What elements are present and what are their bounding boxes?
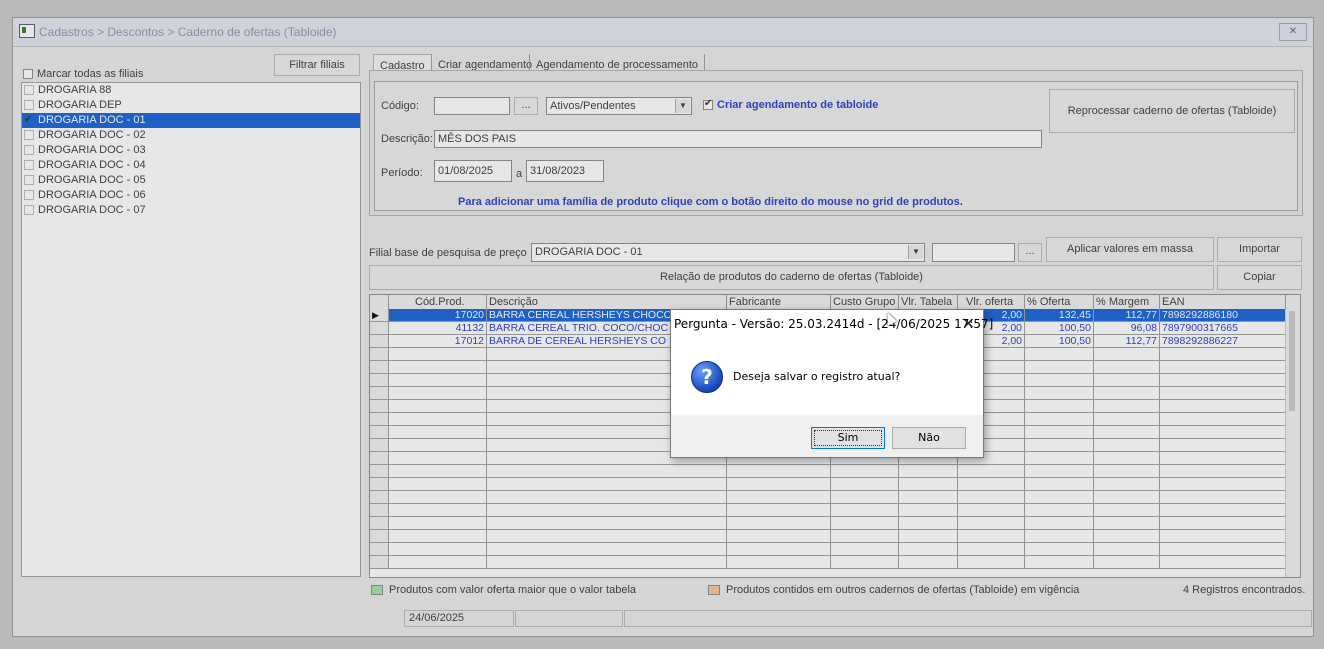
confirm-dialog: Pergunta - Versão: 25.03.2414d - [24/06/… bbox=[670, 309, 993, 458]
dialog-footer: Sim Não bbox=[671, 415, 983, 457]
modal-backdrop bbox=[0, 0, 1324, 649]
dialog-close-icon[interactable]: ✕ bbox=[962, 314, 975, 333]
dialog-title: Pergunta - Versão: 25.03.2414d - [24/06/… bbox=[674, 317, 994, 331]
dialog-message: Deseja salvar o registro atual? bbox=[733, 370, 901, 383]
question-icon: ? bbox=[691, 361, 723, 393]
no-button[interactable]: Não bbox=[892, 427, 966, 449]
yes-button[interactable]: Sim bbox=[811, 427, 885, 449]
